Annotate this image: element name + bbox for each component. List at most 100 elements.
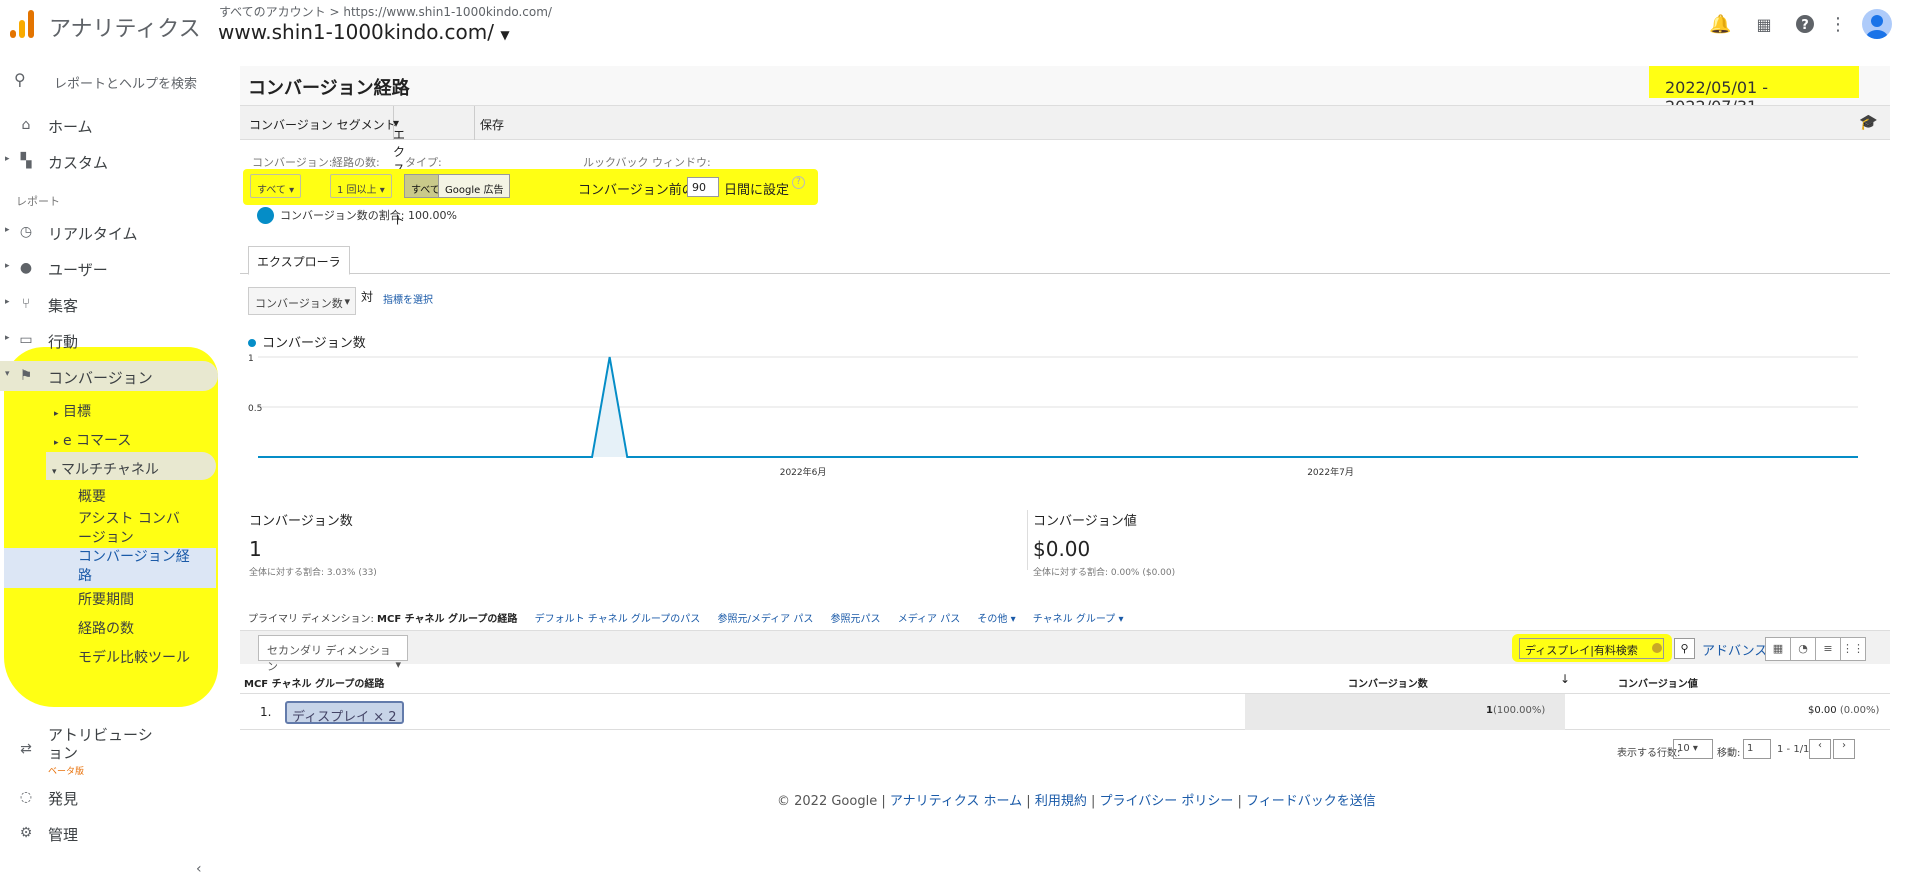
table-row: 1. ディスプレイ × 2 1(100.00%) $0.00 (0.00%): [240, 694, 1890, 730]
rows-per-page-select[interactable]: 10 ▾: [1673, 739, 1713, 759]
sidebar-item-discover[interactable]: ◌ 発見: [0, 782, 218, 812]
summary-sub: 全体に対する割合: 0.00% ($0.00): [1033, 568, 1176, 578]
lookback-days-input[interactable]: 90: [687, 177, 719, 197]
footer-link[interactable]: アナリティクス ホーム: [890, 794, 1022, 809]
notifications-icon[interactable]: 🔔: [1709, 14, 1731, 36]
sidebar-item-conversion-paths[interactable]: コンバージョン経路: [78, 548, 190, 586]
secondary-dimension-dropdown[interactable]: セカンダリ ディメンション ▾: [258, 635, 408, 673]
segment-button[interactable]: コンバージョン セグメント: [249, 116, 397, 133]
select-metric-link[interactable]: 指標を選択: [383, 291, 433, 306]
avatar[interactable]: [1862, 9, 1892, 39]
property-selector[interactable]: www.shin1-1000kindo.com/ ▼: [218, 20, 510, 44]
conversions-value: 1: [1486, 705, 1493, 716]
dimension-link[interactable]: 参照元パス: [831, 614, 881, 625]
conversion-ratio-text: コンバージョン数の割合: 100.00%: [280, 209, 457, 222]
goto-input[interactable]: 1: [1743, 739, 1771, 759]
legend-dot: [248, 339, 256, 347]
sidebar-item-admin[interactable]: ⚙ 管理: [0, 818, 218, 848]
value-amount: $0.00: [1808, 705, 1837, 716]
value-pct: (0.00%): [1839, 705, 1880, 716]
footer-link[interactable]: プライバシー ポリシー: [1100, 794, 1234, 809]
table-view-icon[interactable]: ▦: [1765, 637, 1791, 661]
export-button[interactable]: エクスポート ▾: [393, 116, 405, 227]
sidebar-item-path-length[interactable]: 経路の数: [78, 620, 134, 639]
help-icon[interactable]: ?: [792, 176, 805, 189]
collapse-sidebar-icon[interactable]: ‹: [196, 861, 202, 877]
property-name: www.shin1-1000kindo.com/: [218, 20, 494, 44]
sidebar-item-goals[interactable]: ▸ 目標: [54, 401, 91, 421]
sidebar-item-attribution[interactable]: ⇄ アトリビューション ベータ版: [0, 726, 218, 777]
sidebar-item-acquisition[interactable]: ▸ ⑂ 集客: [0, 289, 218, 319]
col-header-path[interactable]: MCF チャネル グループの経路: [244, 675, 384, 690]
search-input[interactable]: レポートとヘルプを検索: [54, 73, 197, 92]
analytics-logo-icon[interactable]: [10, 10, 34, 38]
sidebar-item-multichannel[interactable]: ▾ マルチチャネル: [46, 452, 216, 480]
footer-link[interactable]: 利用規約: [1035, 794, 1087, 809]
breadcrumb[interactable]: すべてのアカウント > https://www.shin1-1000kindo.…: [219, 3, 552, 20]
attribution-icon: ⇄: [20, 741, 32, 757]
sidebar-item-time-lag[interactable]: 所要期間: [78, 591, 134, 610]
sidebar-item-users[interactable]: ▸ ● ユーザー: [0, 253, 218, 283]
path-count-dropdown[interactable]: 1 回以上 ▾: [330, 174, 392, 198]
pie-view-icon[interactable]: ◔: [1790, 637, 1816, 661]
save-button[interactable]: 保存: [480, 116, 504, 133]
more-vert-icon[interactable]: ⋮: [1827, 14, 1849, 36]
dashboard-icon: ▚: [20, 153, 32, 169]
filter-input[interactable]: ディスプレイ|有料検索: [1519, 638, 1664, 659]
sidebar-item-label: アトリビューション: [48, 726, 153, 762]
y-tick-label: 1: [248, 354, 254, 364]
prev-page-button[interactable]: ‹: [1809, 739, 1831, 759]
lookback-label: ルックバック ウィンドウ:: [583, 156, 711, 169]
bar-view-icon[interactable]: ≡: [1815, 637, 1841, 661]
advanced-filter-link[interactable]: アドバンス: [1702, 640, 1767, 659]
dimension-link[interactable]: 参照元/メディア パス: [717, 614, 813, 625]
pivot-view-icon[interactable]: ⋮⋮: [1840, 637, 1866, 661]
sidebar-item-label: 発見: [48, 790, 79, 808]
education-icon[interactable]: 🎓: [1859, 113, 1878, 131]
metric-select[interactable]: コンバージョン数 ▾: [248, 287, 356, 315]
sidebar-item-label: リアルタイム: [48, 225, 138, 243]
sidebar-item-overview[interactable]: 概要: [78, 488, 106, 507]
sidebar-item-label: e コマース: [62, 433, 132, 449]
next-page-button[interactable]: ›: [1833, 739, 1855, 759]
sidebar-item-model-comparison[interactable]: モデル比較ツール: [78, 649, 190, 668]
date-range-picker[interactable]: 2022/05/01 - 2022/07/31: [1649, 66, 1859, 116]
help-icon[interactable]: ?: [1794, 14, 1816, 36]
summary-conversions: コンバージョン数 1 全体に対する割合: 3.03% (33): [249, 510, 377, 578]
sidebar-item-custom[interactable]: ▸ ▚ カスタム: [0, 146, 218, 176]
sidebar-item-realtime[interactable]: ▸ ◷ リアルタイム: [0, 217, 218, 247]
path-count-label: 経路の数:: [332, 156, 380, 169]
value-cell: $0.00 (0.00%): [1808, 705, 1879, 716]
search-icon[interactable]: ⚲: [1674, 638, 1695, 659]
behavior-icon: ▭: [19, 332, 33, 348]
rows-label: 表示する行数:: [1617, 748, 1681, 759]
sidebar-item-conversion[interactable]: ▾ ⚑ コンバージョン: [0, 361, 218, 391]
sort-arrow-icon[interactable]: ↓: [1560, 672, 1570, 686]
conversion-dropdown[interactable]: すべて ▾: [250, 174, 302, 198]
copyright: © 2022 Google |: [777, 794, 886, 809]
dimension-link[interactable]: デフォルト チャネル グループのパス: [535, 614, 701, 625]
report-toolbar: コンバージョン セグメント エクスポート ▾ 保存 🎓: [240, 105, 1890, 227]
sidebar-item-ecommerce[interactable]: ▸ e コマース: [54, 430, 131, 450]
dimension-link[interactable]: その他 ▾: [977, 614, 1015, 625]
sidebar-item-behavior[interactable]: ▸ ▭ 行動: [0, 325, 218, 355]
sidebar-item-home[interactable]: ⌂ ホーム: [0, 110, 218, 140]
footer-link[interactable]: フィードバックを送信: [1246, 794, 1376, 809]
path-chip[interactable]: ディスプレイ × 2: [285, 701, 404, 725]
apps-grid-icon[interactable]: ▦: [1753, 14, 1775, 36]
sidebar-search[interactable]: ⚲ レポートとヘルプを検索: [14, 70, 197, 92]
dimension-link[interactable]: チャネル グループ ▾: [1033, 614, 1124, 625]
tab-explorer[interactable]: エクスプローラ: [248, 246, 350, 275]
home-icon: ⌂: [21, 117, 31, 133]
primary-dimension-current: MCF チャネル グループの経路: [377, 614, 518, 625]
dimension-link[interactable]: メディア パス: [898, 614, 960, 625]
col-header-conversions[interactable]: コンバージョン数: [1348, 675, 1428, 690]
type-google-ads-button[interactable]: Google 広告: [438, 174, 511, 198]
chevron-right-icon: ▸: [54, 409, 59, 419]
clock-icon: ◷: [19, 224, 33, 240]
clear-filter-icon[interactable]: [1652, 643, 1662, 653]
col-header-value[interactable]: コンバージョン値: [1618, 675, 1698, 690]
gear-icon: ⚙: [19, 825, 33, 841]
sidebar-item-assisted[interactable]: アシスト コンバージョン: [78, 510, 190, 548]
sidebar: ⚲ レポートとヘルプを検索 ⌂ ホーム ▸ ▚ カスタム レポート ▸ ◷ リア…: [0, 54, 225, 878]
